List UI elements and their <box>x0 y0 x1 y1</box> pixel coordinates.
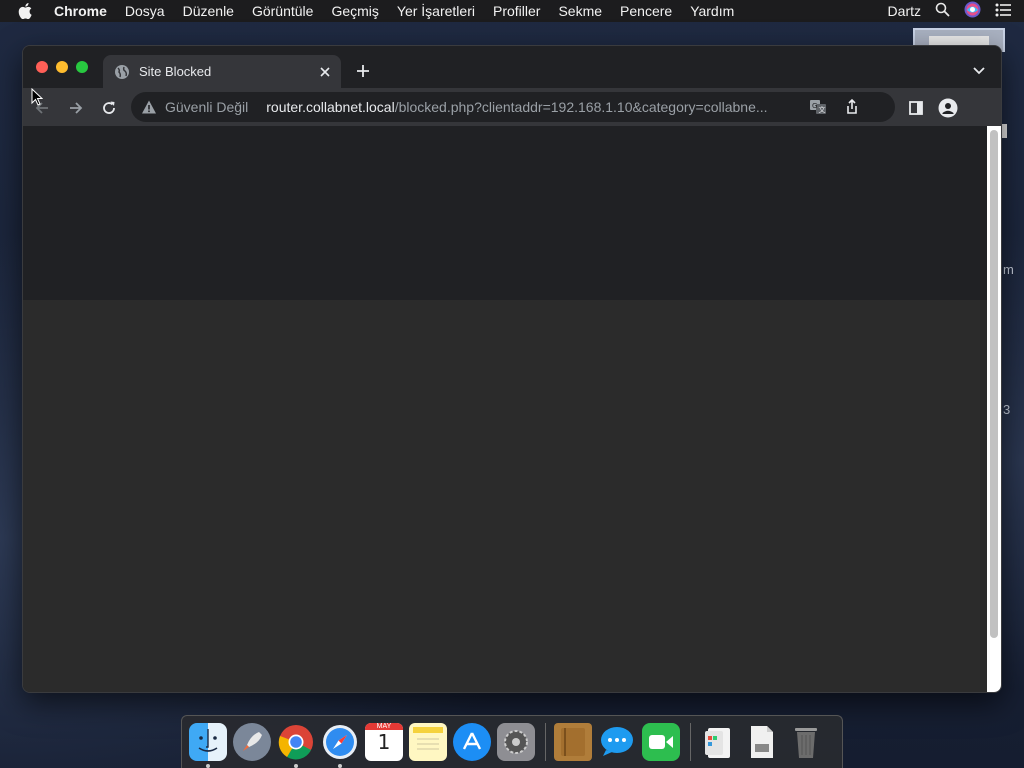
background-window-text: m <box>1003 262 1014 277</box>
dock-facetime-icon[interactable] <box>642 723 680 761</box>
minimize-window-button[interactable] <box>56 61 68 73</box>
tab-site-blocked[interactable]: Site Blocked <box>103 55 341 88</box>
svg-text:G: G <box>812 102 817 110</box>
spotlight-search-icon[interactable] <box>935 2 950 20</box>
url-host: router.collabnet.local <box>266 99 395 115</box>
new-tab-button[interactable] <box>353 61 373 81</box>
menu-yardim[interactable]: Yardım <box>690 3 734 19</box>
dock-calendar-icon[interactable]: MAY 1 <box>365 723 403 761</box>
side-panel-icon[interactable] <box>905 97 927 119</box>
forward-button[interactable] <box>65 97 87 119</box>
share-icon[interactable] <box>843 98 861 116</box>
browser-toolbar: Güvenli Değil router.collabnet.local/blo… <box>23 88 1001 126</box>
apple-menu-icon[interactable] <box>18 3 34 19</box>
tab-strip: Site Blocked <box>23 46 1001 88</box>
menu-profiller[interactable]: Profiller <box>493 3 540 19</box>
url-text[interactable]: router.collabnet.local/blocked.php?clien… <box>266 99 795 115</box>
dock-launchpad-icon[interactable] <box>233 723 271 761</box>
dock-finder-icon[interactable] <box>189 723 227 768</box>
calendar-day: 1 <box>377 730 391 754</box>
tab-title: Site Blocked <box>139 64 212 79</box>
translate-icon[interactable]: G文 <box>809 98 827 116</box>
menu-sekme[interactable]: Sekme <box>558 3 602 19</box>
close-window-button[interactable] <box>36 61 48 73</box>
dock-trash-icon[interactable] <box>787 723 825 761</box>
tab-search-chevron-down-icon[interactable] <box>971 62 987 78</box>
siri-icon[interactable] <box>964 1 981 21</box>
menu-yer-isaretleri[interactable]: Yer İşaretleri <box>397 3 475 19</box>
page-content[interactable] <box>23 126 989 692</box>
menu-dosya[interactable]: Dosya <box>125 3 165 19</box>
background-window-text: 3 <box>1003 402 1011 417</box>
dock-notefile-icon[interactable] <box>554 723 592 761</box>
menu-app-name[interactable]: Chrome <box>54 3 107 19</box>
reload-button[interactable] <box>98 97 120 119</box>
mouse-cursor-icon <box>31 87 44 106</box>
browser-window: Site Blocked Güvenli Değil router.collab <box>22 45 1002 693</box>
security-status-label[interactable]: Güvenli Değil <box>165 99 248 115</box>
menu-goruntule[interactable]: Görüntüle <box>252 3 313 19</box>
dock-notes-icon[interactable] <box>409 723 447 761</box>
page-header-area <box>23 126 989 300</box>
menu-pencere[interactable]: Pencere <box>620 3 672 19</box>
url-path: /blocked.php?clientaddr=192.168.1.10&cat… <box>394 99 768 115</box>
menu-bar: Chrome Dosya Düzenle Görüntüle Geçmiş Ye… <box>0 0 1024 22</box>
globe-icon <box>114 64 130 80</box>
address-bar[interactable]: Güvenli Değil router.collabnet.local/blo… <box>131 92 895 122</box>
control-center-icon[interactable] <box>995 3 1012 20</box>
scrollbar-thumb[interactable] <box>990 130 998 638</box>
calendar-month: MAY <box>365 723 403 730</box>
profile-avatar-icon[interactable] <box>937 97 959 119</box>
dock: MAY 1 <box>181 715 843 768</box>
warning-icon[interactable] <box>141 99 157 115</box>
dock-document-icon[interactable] <box>743 723 781 761</box>
dock-app-store-icon[interactable] <box>453 723 491 761</box>
dock-preview-icon[interactable] <box>699 723 737 761</box>
dock-separator <box>690 723 691 761</box>
menu-duzenle[interactable]: Düzenle <box>183 3 234 19</box>
svg-text:文: 文 <box>819 105 826 114</box>
dock-separator <box>545 723 546 761</box>
dock-system-preferences-icon[interactable] <box>497 723 535 761</box>
dock-safari-icon[interactable] <box>321 723 359 768</box>
dock-messages-icon[interactable] <box>598 723 636 761</box>
zoom-window-button[interactable] <box>76 61 88 73</box>
menu-user-name[interactable]: Dartz <box>888 3 921 19</box>
menu-gecmis[interactable]: Geçmiş <box>331 3 378 19</box>
close-tab-icon[interactable] <box>317 64 333 80</box>
dock-chrome-icon[interactable] <box>277 723 315 768</box>
vertical-scrollbar[interactable] <box>987 126 1001 692</box>
